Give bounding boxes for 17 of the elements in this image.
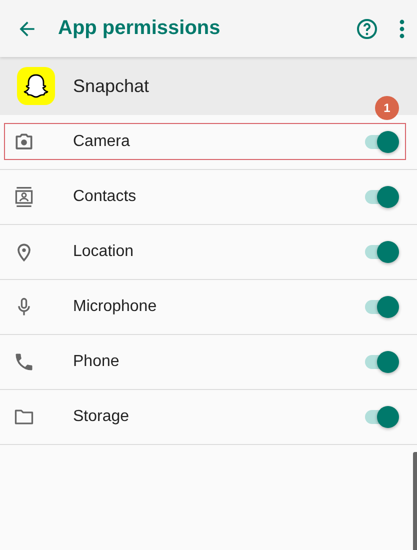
phone-icon bbox=[13, 351, 35, 373]
app-name: Snapchat bbox=[73, 76, 150, 96]
permission-label: Contacts bbox=[73, 188, 138, 206]
toggle-switch[interactable] bbox=[365, 351, 399, 373]
permission-label: Camera bbox=[73, 133, 131, 151]
toggle-switch[interactable] bbox=[365, 406, 399, 428]
toggle-switch[interactable] bbox=[365, 186, 399, 208]
permission-label: Location bbox=[73, 243, 134, 261]
toggle-switch[interactable] bbox=[365, 131, 399, 153]
screen-title: App permissions bbox=[58, 17, 222, 40]
toggle-switch[interactable] bbox=[365, 241, 399, 263]
permission-label: Storage bbox=[73, 408, 130, 426]
ghost-app-icon bbox=[17, 67, 55, 105]
contacts-icon bbox=[13, 186, 35, 208]
permission-label: Phone bbox=[73, 353, 120, 371]
permission-label: Microphone bbox=[73, 298, 158, 316]
toggle-switch[interactable] bbox=[365, 296, 399, 318]
